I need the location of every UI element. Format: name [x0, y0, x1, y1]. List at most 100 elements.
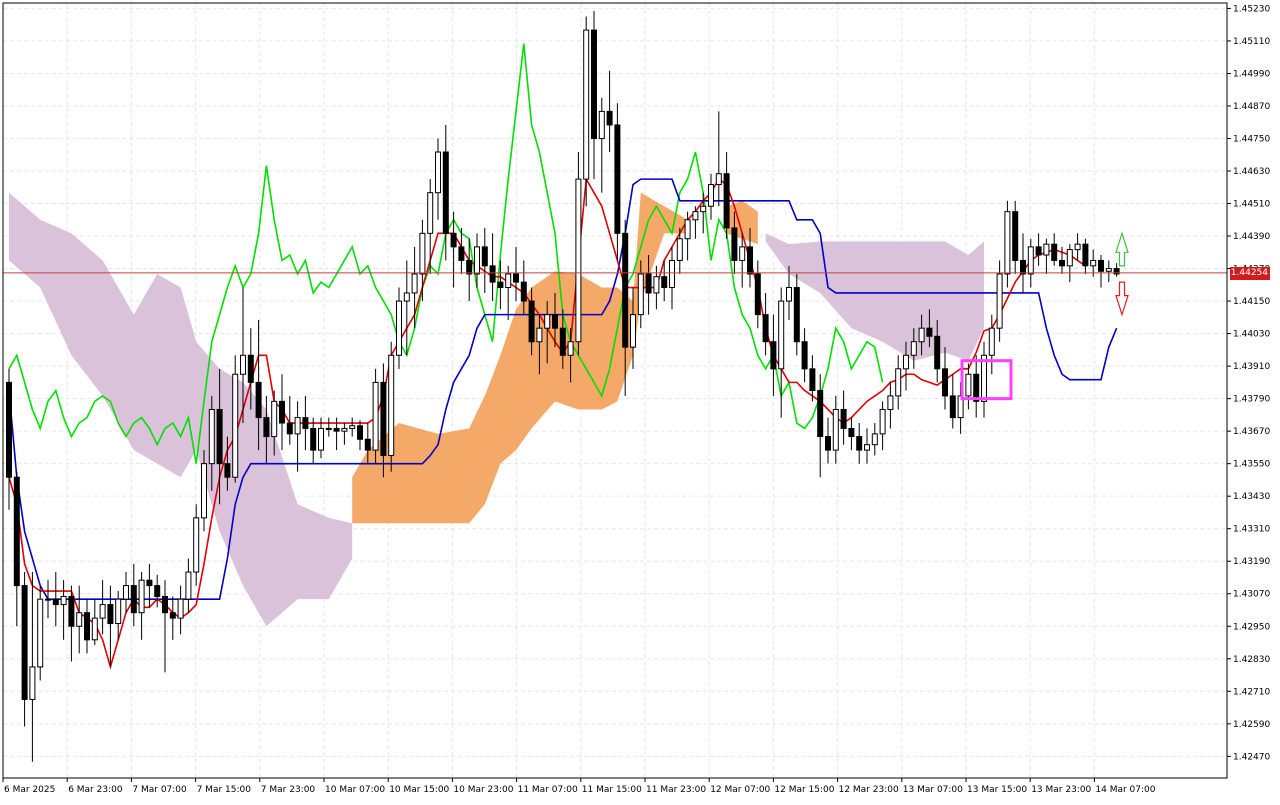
- candle-body-bearish: [13, 476, 20, 587]
- candle-body-bullish: [864, 444, 870, 451]
- x-tick-label: 13 Mar 15:00: [967, 785, 1027, 795]
- candle-body-bullish: [138, 579, 145, 614]
- candle-body-bearish: [528, 300, 535, 343]
- ichimoku-candlestick-chart: 1.45230 1.45110 1.44990 1.44870 1.44750 1.446…: [0, 0, 1280, 800]
- candle-body-bullish: [403, 292, 410, 302]
- candle-body-bullish: [411, 273, 418, 294]
- candle-body-bearish: [333, 427, 340, 432]
- candle-body-bullish: [567, 341, 574, 356]
- candle-body-bullish: [45, 598, 51, 601]
- x-tick-label: 10 Mar 23:00: [453, 785, 513, 795]
- candle-body-bullish: [341, 427, 348, 432]
- y-tick-label: 1.43430: [1233, 492, 1270, 502]
- candle-body-bullish: [91, 617, 98, 641]
- candle-body-bullish: [630, 314, 636, 348]
- candle: [575, 152, 582, 356]
- candle-body-bullish: [536, 327, 543, 343]
- y-tick-label: 1.42950: [1233, 622, 1270, 632]
- candle-body-bullish: [177, 598, 184, 619]
- candle-body-bearish: [357, 425, 363, 440]
- candle-body-bearish: [302, 417, 309, 429]
- candle-body-bearish: [21, 585, 28, 700]
- y-tick-label: 1.44870: [1233, 102, 1270, 112]
- candle-body-bearish: [84, 612, 90, 641]
- candle-body-bearish: [856, 436, 863, 451]
- candle-body-bearish: [552, 314, 558, 329]
- candle-body-bearish: [926, 327, 933, 337]
- candle-body-bearish: [559, 327, 566, 356]
- candle-body-bearish: [52, 598, 59, 606]
- candle-body-bullish: [965, 373, 972, 397]
- candle-body-bullish: [1090, 259, 1097, 267]
- candle-body-bullish: [29, 666, 36, 700]
- y-tick-label: 1.43310: [1233, 525, 1270, 535]
- candle-body-bearish: [731, 227, 738, 261]
- candle-body-bearish: [793, 287, 800, 343]
- candle-body-bearish: [1012, 211, 1019, 261]
- candle-body-bullish: [505, 273, 512, 289]
- candle-body-bearish: [466, 259, 473, 275]
- candle-body-bullish: [123, 585, 129, 600]
- y-tick-label: 1.45110: [1233, 37, 1270, 47]
- candle-body-bullish: [1074, 243, 1081, 251]
- candle-body-bearish: [942, 368, 948, 397]
- candle-body-bearish: [458, 246, 465, 261]
- candle-body-bullish: [325, 427, 332, 430]
- chart-container: 1.45230 1.45110 1.44990 1.44870 1.44750 1.446…: [0, 0, 1280, 800]
- candle-body-bearish: [279, 400, 285, 424]
- candle-body-bullish: [700, 205, 707, 213]
- candle-body-bullish: [99, 604, 106, 619]
- candle-body-bullish: [271, 400, 278, 438]
- y-tick-label: 1.44030: [1233, 330, 1270, 340]
- candle-body-bullish: [786, 287, 792, 302]
- candle-body-bearish: [661, 276, 668, 289]
- candle: [37, 585, 44, 681]
- candle-body-bullish: [294, 417, 301, 435]
- candle-body-bullish: [60, 595, 67, 606]
- candle-body-bullish: [575, 178, 582, 343]
- candle-body-bearish: [723, 173, 730, 229]
- candle-body-bearish: [481, 246, 488, 267]
- candle-body-bullish: [692, 211, 699, 221]
- x-tick-label: 7 Mar 07:00: [132, 785, 187, 795]
- candle-body-bearish: [770, 341, 777, 370]
- y-tick-label: 1.43550: [1233, 460, 1270, 470]
- candle-body-bullish: [37, 598, 44, 668]
- candle-body-bearish: [1082, 243, 1089, 267]
- x-tick-label: 10 Mar 15:00: [389, 785, 449, 795]
- candle-body-bearish: [817, 390, 824, 438]
- x-tick-label: 7 Mar 23:00: [261, 785, 316, 795]
- candle-body-bearish: [754, 273, 761, 316]
- y-tick-label: 1.43070: [1233, 590, 1270, 600]
- candle-body-bullish: [232, 373, 239, 478]
- y-tick-label: 1.44990: [1233, 69, 1270, 79]
- candle-body-bullish: [879, 408, 886, 435]
- candle-body-bearish: [1020, 259, 1026, 275]
- y-tick-label: 1.43670: [1233, 427, 1270, 437]
- candle-body-bearish: [247, 354, 254, 383]
- candle-body-bearish: [489, 265, 496, 283]
- candle-body-bullish: [240, 354, 246, 375]
- candle-body-bearish: [606, 110, 613, 126]
- candle-body-bearish: [747, 246, 753, 275]
- x-tick-label: 13 Mar 23:00: [1031, 785, 1091, 795]
- y-tick-label: 1.42590: [1233, 720, 1270, 730]
- candle-body-bearish: [154, 585, 161, 597]
- y-tick-label: 1.43910: [1233, 362, 1270, 372]
- candle-body-bullish: [419, 232, 426, 275]
- candle-body-bearish: [364, 438, 371, 451]
- candle-body-bearish: [949, 395, 956, 419]
- candle-body-bullish: [903, 354, 909, 370]
- candle-body-bullish: [598, 110, 605, 139]
- current-price-label: 1.44254: [1230, 266, 1270, 280]
- candle-body-bullish: [653, 276, 660, 294]
- x-tick-label: 10 Mar 07:00: [325, 785, 385, 795]
- candle-body-bearish: [224, 463, 231, 478]
- y-tick-label: 1.42710: [1233, 687, 1270, 697]
- candle-body-bullish: [739, 246, 746, 261]
- candle-body-bearish: [622, 232, 629, 348]
- candle-body-bullish: [918, 327, 925, 343]
- candle-body-bearish: [825, 436, 831, 451]
- candle-body-bullish: [832, 408, 839, 451]
- candle-body-bearish: [107, 604, 114, 625]
